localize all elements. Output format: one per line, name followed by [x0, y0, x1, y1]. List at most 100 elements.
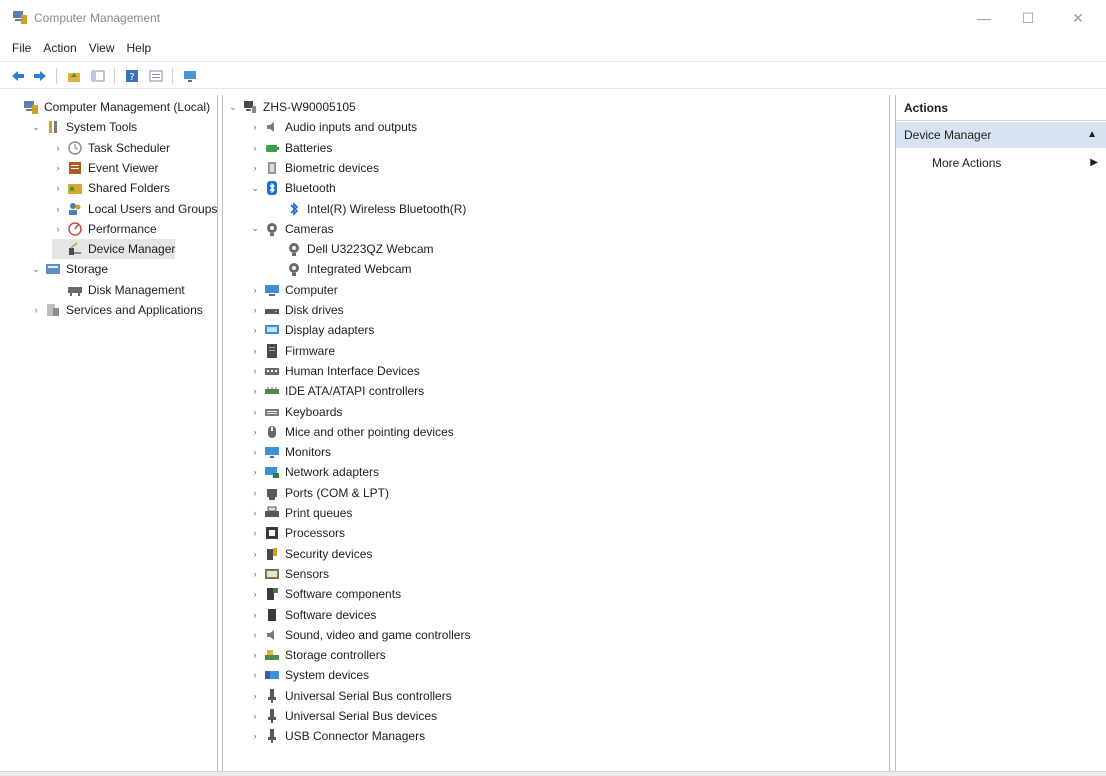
device-item-mice-and-other-pointing-devices[interactable]: › Mice and other pointing devices	[249, 422, 454, 442]
chevron-down-icon[interactable]: ⌄	[249, 219, 261, 239]
device-item-print-queues[interactable]: › Print queues	[249, 503, 353, 523]
device-item-human-interface-devices[interactable]: › Human Interface Devices	[249, 361, 420, 381]
chevron-right-icon[interactable]: ›	[249, 726, 261, 746]
chevron-down-icon[interactable]: ⌄	[30, 117, 42, 137]
device-item-keyboards[interactable]: › Keyboards	[249, 402, 343, 422]
device-item-software-components[interactable]: › Software components	[249, 584, 402, 604]
menu-file[interactable]: File	[6, 38, 37, 58]
chevron-right-icon[interactable]: ›	[249, 645, 261, 665]
chevron-down-icon[interactable]: ⌄	[227, 97, 239, 117]
device-item-system-devices[interactable]: › System devices	[249, 665, 370, 685]
chevron-right-icon[interactable]: ›	[249, 402, 261, 422]
back-arrow-icon[interactable]	[8, 66, 28, 86]
nav-item-storage[interactable]: ⌄ Storage	[30, 259, 108, 279]
menu-view[interactable]: View	[83, 38, 121, 58]
chevron-right-icon[interactable]: ›	[249, 341, 261, 361]
chevron-right-icon[interactable]: ›	[249, 442, 261, 462]
chevron-right-icon[interactable]: ›	[249, 665, 261, 685]
chevron-right-icon[interactable]: ›	[249, 158, 261, 178]
chevron-right-icon[interactable]: ›	[249, 280, 261, 300]
menu-help[interactable]: Help	[121, 38, 158, 58]
minimize-button[interactable]: —	[966, 6, 1002, 30]
device-item-software-devices[interactable]: › Software devices	[249, 605, 377, 625]
show-hide-tree-icon[interactable]	[88, 66, 108, 86]
chevron-right-icon[interactable]: ›	[249, 483, 261, 503]
device-item-audio-inputs-and-outputs[interactable]: › Audio inputs and outputs	[249, 117, 418, 137]
chevron-right-icon[interactable]: ›	[249, 462, 261, 482]
actions-section-device-manager[interactable]: Device Manager ▲	[896, 122, 1106, 148]
nav-item-services-and-applications[interactable]: › Services and Applications	[30, 300, 203, 320]
chevron-right-icon[interactable]: ›	[30, 300, 42, 320]
menu-action[interactable]: Action	[37, 38, 82, 58]
chevron-right-icon[interactable]: ›	[249, 117, 261, 137]
nav-item-shared-folders[interactable]: › Shared Folders	[52, 178, 171, 198]
device-item-dell-u3223qz-webcam[interactable]: Dell U3223QZ Webcam	[271, 239, 434, 259]
chevron-right-icon[interactable]: ›	[249, 361, 261, 381]
device-item-biometric-devices[interactable]: › Biometric devices	[249, 158, 380, 178]
actions-header: Actions	[896, 95, 1106, 121]
device-item-intel-r-wireless-bluetooth-r[interactable]: Intel(R) Wireless Bluetooth(R)	[271, 199, 466, 219]
device-item-processors[interactable]: › Processors	[249, 523, 346, 543]
nav-item-local-users-and-groups[interactable]: › Local Users and Groups	[52, 199, 218, 219]
chevron-right-icon[interactable]: ›	[52, 158, 64, 178]
device-item-integrated-webcam[interactable]: Integrated Webcam	[271, 259, 412, 279]
chevron-right-icon[interactable]: ›	[249, 686, 261, 706]
chevron-right-icon[interactable]: ›	[52, 178, 64, 198]
close-button[interactable]: ✕	[1060, 6, 1096, 30]
forward-arrow-icon[interactable]	[30, 66, 50, 86]
chevron-right-icon[interactable]: ›	[52, 219, 64, 239]
properties-icon[interactable]	[146, 66, 166, 86]
chevron-right-icon[interactable]: ›	[249, 706, 261, 726]
collapse-caret-icon[interactable]: ▲	[1087, 122, 1097, 148]
nav-item-device-manager[interactable]: Device Manager	[52, 239, 176, 260]
help-icon[interactable]: ?	[122, 66, 142, 86]
device-item-cameras[interactable]: ⌄ Cameras	[249, 219, 334, 239]
nav-item-system-tools[interactable]: ⌄ System Tools	[30, 117, 137, 137]
nav-item-performance[interactable]: › Performance	[52, 219, 157, 239]
chevron-right-icon[interactable]: ›	[249, 300, 261, 320]
device-item-security-devices[interactable]: › Security devices	[249, 544, 373, 564]
nav-item-disk-management[interactable]: Disk Management	[52, 280, 185, 300]
maximize-button[interactable]: ☐	[1010, 6, 1046, 30]
nav-item-computer-management-local[interactable]: Computer Management (Local)	[8, 97, 210, 117]
chevron-right-icon[interactable]: ›	[249, 564, 261, 584]
chevron-right-icon[interactable]: ›	[52, 199, 64, 219]
device-item-universal-serial-bus-devices[interactable]: › Universal Serial Bus devices	[249, 706, 437, 726]
device-item-ide-ata-atapi-controllers[interactable]: › IDE ATA/ATAPI controllers	[249, 381, 425, 401]
device-item-firmware[interactable]: › Firmware	[249, 341, 335, 361]
device-item-sound-video-and-game-controllers[interactable]: › Sound, video and game controllers	[249, 625, 471, 645]
chevron-right-icon[interactable]: ›	[52, 138, 64, 158]
chevron-right-icon[interactable]: ›	[249, 422, 261, 442]
nav-item-event-viewer[interactable]: › Event Viewer	[52, 158, 159, 178]
device-item-universal-serial-bus-controllers[interactable]: › Universal Serial Bus controllers	[249, 686, 452, 706]
device-item-network-adapters[interactable]: › Network adapters	[249, 462, 380, 482]
device-item-display-adapters[interactable]: › Display adapters	[249, 320, 375, 340]
device-item-bluetooth[interactable]: ⌄ Bluetooth	[249, 178, 336, 198]
chevron-right-icon[interactable]: ›	[249, 544, 261, 564]
device-item-monitors[interactable]: › Monitors	[249, 442, 332, 462]
device-item-sensors[interactable]: › Sensors	[249, 564, 330, 584]
chevron-right-icon[interactable]: ›	[249, 503, 261, 523]
device-item-computer[interactable]: › Computer	[249, 280, 338, 300]
computer-icon	[264, 282, 280, 298]
up-folder-icon[interactable]	[64, 66, 84, 86]
monitor-icon[interactable]	[180, 66, 200, 86]
chevron-right-icon[interactable]: ›	[249, 138, 261, 158]
nav-item-task-scheduler[interactable]: › Task Scheduler	[52, 138, 171, 158]
device-item-disk-drives[interactable]: › Disk drives	[249, 300, 344, 320]
device-item-label: Cameras	[285, 221, 334, 236]
device-item-usb-connector-managers[interactable]: › USB Connector Managers	[249, 726, 425, 746]
chevron-right-icon[interactable]: ›	[249, 523, 261, 543]
device-item-batteries[interactable]: › Batteries	[249, 138, 333, 158]
chevron-right-icon[interactable]: ›	[249, 605, 261, 625]
device-item-zhs-w90005105[interactable]: ⌄ ZHS-W90005105	[227, 97, 356, 117]
chevron-down-icon[interactable]: ⌄	[249, 178, 261, 198]
chevron-right-icon[interactable]: ›	[249, 381, 261, 401]
chevron-right-icon[interactable]: ›	[249, 625, 261, 645]
more-actions-item[interactable]: More Actions ▶	[932, 152, 1102, 174]
device-item-storage-controllers[interactable]: › Storage controllers	[249, 645, 386, 665]
device-item-ports-com-lpt[interactable]: › Ports (COM & LPT)	[249, 483, 389, 503]
chevron-right-icon[interactable]: ›	[249, 584, 261, 604]
chevron-down-icon[interactable]: ⌄	[30, 259, 42, 279]
chevron-right-icon[interactable]: ›	[249, 320, 261, 340]
